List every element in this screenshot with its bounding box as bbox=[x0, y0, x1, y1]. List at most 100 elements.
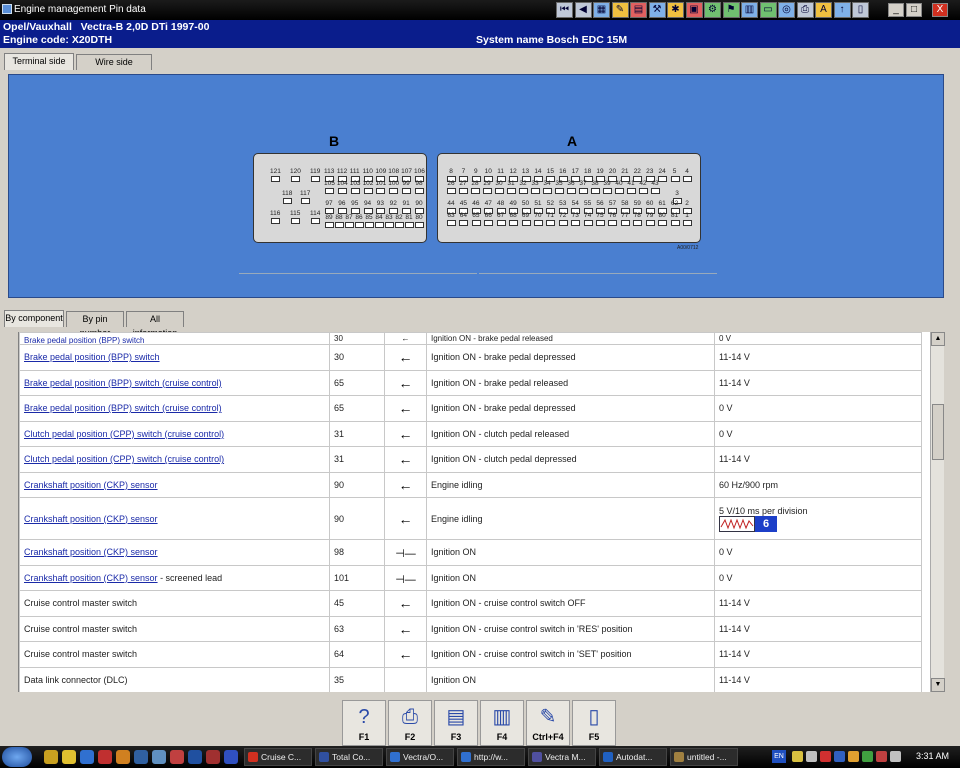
pin-54[interactable]: 54 bbox=[570, 200, 581, 214]
table-cell-component[interactable]: Brake pedal position (BPP) switch bbox=[19, 344, 330, 371]
pin-74[interactable]: 74 bbox=[583, 212, 593, 226]
pin-45[interactable]: 45 bbox=[458, 200, 469, 214]
start-button[interactable] bbox=[2, 747, 32, 767]
pin-88[interactable]: 88 bbox=[334, 214, 344, 228]
pin-21[interactable]: 21 bbox=[620, 168, 630, 182]
pin-86[interactable]: 86 bbox=[354, 214, 364, 228]
pin-107[interactable]: 107 bbox=[401, 168, 412, 182]
flag-icon[interactable]: ⚑ bbox=[722, 2, 740, 18]
pin-94[interactable]: 94 bbox=[363, 200, 373, 214]
pin-83[interactable]: 83 bbox=[384, 214, 394, 228]
arrow-up-icon[interactable]: ↑ bbox=[833, 2, 851, 18]
component-link[interactable]: Crankshaft position (CKP) sensor bbox=[24, 547, 158, 557]
pin-90[interactable]: 90 bbox=[414, 200, 424, 214]
table-cell-component[interactable]: Brake pedal position (BPP) switch bbox=[19, 332, 330, 345]
pin-120[interactable]: 120 bbox=[290, 168, 301, 182]
pin-67[interactable]: 67 bbox=[496, 212, 506, 226]
print-icon[interactable]: ⎙ bbox=[796, 2, 814, 18]
tab-terminal-side[interactable]: Terminal side bbox=[4, 53, 74, 70]
pin-102[interactable]: 102 bbox=[363, 180, 373, 194]
quicklaunch-icon[interactable] bbox=[44, 750, 58, 764]
pin-73[interactable]: 73 bbox=[570, 212, 581, 226]
quicklaunch-icon[interactable] bbox=[152, 750, 166, 764]
component-link[interactable]: Crankshaft position (CKP) sensor bbox=[24, 514, 158, 524]
pin-118[interactable]: 118 bbox=[282, 190, 292, 204]
tray-icon[interactable] bbox=[876, 751, 887, 762]
pin-18[interactable]: 18 bbox=[583, 168, 593, 182]
tab-all-information[interactable]: All information bbox=[126, 311, 184, 338]
pin-71[interactable]: 71 bbox=[545, 212, 556, 226]
pin-87[interactable]: 87 bbox=[344, 214, 354, 228]
ie-icon[interactable] bbox=[80, 750, 94, 764]
table-cell-component[interactable]: Crankshaft position (CKP) sensor bbox=[19, 539, 330, 566]
pin-101[interactable]: 101 bbox=[375, 180, 386, 194]
pin-46[interactable]: 46 bbox=[471, 200, 481, 214]
pin-36[interactable]: 36 bbox=[566, 180, 576, 194]
pin-119[interactable]: 119 bbox=[310, 168, 320, 182]
language-indicator[interactable]: EN bbox=[772, 750, 786, 763]
pin-72[interactable]: 72 bbox=[558, 212, 568, 226]
tray-icon[interactable] bbox=[834, 751, 845, 762]
pin-96[interactable]: 96 bbox=[337, 200, 347, 214]
pin-106[interactable]: 106 bbox=[414, 168, 425, 182]
table-cell-component[interactable]: Clutch pedal position (CPP) switch (crui… bbox=[19, 420, 330, 447]
component-link[interactable]: Brake pedal position (BPP) switch bbox=[24, 336, 145, 344]
taskbar-task[interactable]: Vectra M... bbox=[528, 748, 596, 766]
pin-24[interactable]: 24 bbox=[657, 168, 668, 182]
pin-80[interactable]: 80 bbox=[657, 212, 668, 226]
component-link[interactable]: Crankshaft position (CKP) sensor bbox=[24, 480, 158, 490]
opera-icon[interactable] bbox=[98, 750, 112, 764]
font-icon[interactable]: A bbox=[815, 2, 832, 18]
pin-48[interactable]: 48 bbox=[496, 200, 506, 214]
pin-43[interactable]: 43 bbox=[650, 180, 660, 194]
taskbar-task[interactable]: Cruise C... bbox=[244, 748, 312, 766]
pin-10[interactable]: 10 bbox=[483, 168, 494, 182]
pin-5[interactable]: 5 bbox=[670, 168, 680, 182]
fkey-f1[interactable]: ? F1 bbox=[342, 700, 386, 746]
pin-85[interactable]: 85 bbox=[364, 214, 374, 228]
pin-44[interactable]: 44 bbox=[446, 200, 456, 214]
pin-16[interactable]: 16 bbox=[558, 168, 568, 182]
pin-13[interactable]: 13 bbox=[521, 168, 531, 182]
pin-56[interactable]: 56 bbox=[595, 200, 606, 214]
waveform-number[interactable]: 6 bbox=[755, 515, 777, 532]
pin-3[interactable]: 3 bbox=[672, 190, 682, 204]
pin-47[interactable]: 47 bbox=[483, 200, 494, 214]
scroll-thumb[interactable] bbox=[932, 404, 944, 460]
table-cell-component[interactable]: Brake pedal position (BPP) switch (cruis… bbox=[19, 369, 330, 396]
back-icon[interactable]: ◀ bbox=[574, 2, 592, 18]
car-icon[interactable]: ▣ bbox=[685, 2, 703, 18]
pin-61[interactable]: 61 bbox=[657, 200, 668, 214]
pin-7[interactable]: 7 bbox=[458, 168, 469, 182]
tools-icon[interactable]: ⚒ bbox=[648, 2, 666, 18]
pin-113[interactable]: 113 bbox=[324, 168, 334, 182]
pin-108[interactable]: 108 bbox=[388, 168, 399, 182]
fkey-f4[interactable]: ▥ F4 bbox=[480, 700, 524, 746]
quicklaunch-icon[interactable] bbox=[134, 750, 148, 764]
clipboard-icon[interactable]: ▥ bbox=[741, 2, 758, 18]
pin-17[interactable]: 17 bbox=[570, 168, 581, 182]
pin-29[interactable]: 29 bbox=[482, 180, 492, 194]
taskbar-task[interactable]: Vectra/O... bbox=[386, 748, 454, 766]
tab-wire-side[interactable]: Wire side bbox=[76, 54, 152, 70]
pin-52[interactable]: 52 bbox=[545, 200, 556, 214]
pin-14[interactable]: 14 bbox=[533, 168, 543, 182]
scroll-down-icon[interactable]: ▼ bbox=[931, 678, 945, 692]
pin-11[interactable]: 11 bbox=[496, 168, 506, 182]
pin-35[interactable]: 35 bbox=[554, 180, 564, 194]
pin-20[interactable]: 20 bbox=[607, 168, 618, 182]
pin-34[interactable]: 34 bbox=[542, 180, 552, 194]
tray-icon[interactable] bbox=[806, 751, 817, 762]
pin-51[interactable]: 51 bbox=[533, 200, 543, 214]
pin-57[interactable]: 57 bbox=[607, 200, 618, 214]
pin-81[interactable]: 81 bbox=[404, 214, 414, 228]
pin-60[interactable]: 60 bbox=[645, 200, 655, 214]
table-cell-component[interactable]: Crankshaft position (CKP) sensor - scree… bbox=[19, 564, 330, 591]
pin-105[interactable]: 105 bbox=[324, 180, 335, 194]
pin-30[interactable]: 30 bbox=[494, 180, 504, 194]
fkey-ctrl-f4[interactable]: ✎ Ctrl+F4 bbox=[526, 700, 570, 746]
pin-109[interactable]: 109 bbox=[375, 168, 386, 182]
pin-19[interactable]: 19 bbox=[595, 168, 606, 182]
pin-89[interactable]: 89 bbox=[324, 214, 334, 228]
pin-92[interactable]: 92 bbox=[388, 200, 399, 214]
